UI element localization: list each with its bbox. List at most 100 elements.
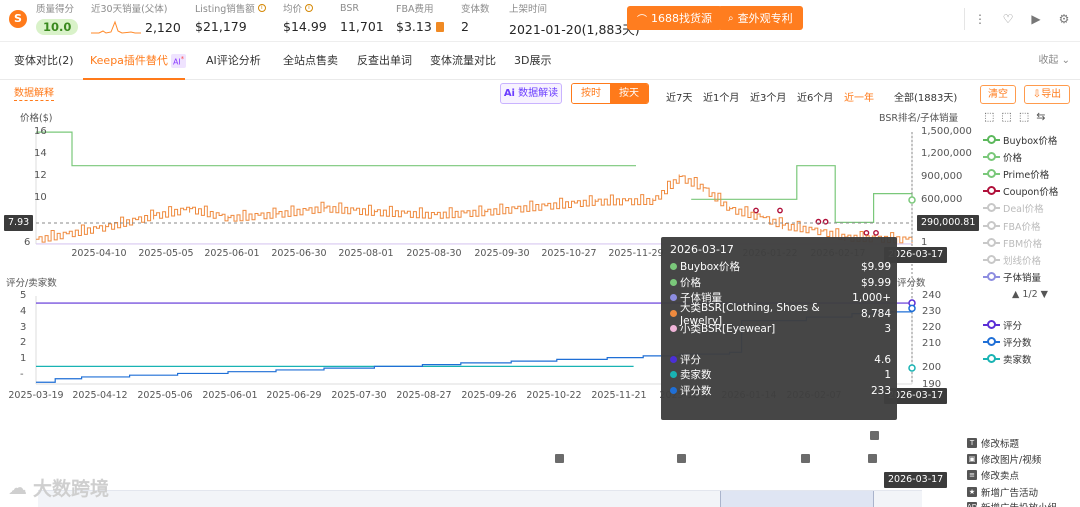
x-tick: 2025-06-29 bbox=[266, 390, 322, 401]
legend-item[interactable]: Buybox价格 bbox=[983, 131, 1058, 148]
series-dot-icon bbox=[670, 294, 677, 301]
legend-label: 子体销量 bbox=[1003, 273, 1042, 285]
tooltip-value: $9.99 bbox=[860, 260, 891, 273]
y-tick: 3 bbox=[20, 322, 27, 333]
legend-item[interactable]: 评分数 bbox=[983, 333, 1032, 350]
legend-label: 评分 bbox=[1003, 320, 1023, 332]
y2-tick: 200 bbox=[922, 362, 942, 373]
legend-item[interactable]: Deal价格 bbox=[983, 200, 1058, 217]
select-box-icon[interactable]: ⬚ bbox=[984, 110, 994, 123]
tooltip-value: 8,784 bbox=[860, 307, 891, 320]
event-icon[interactable] bbox=[870, 431, 879, 440]
y-tick: 14 bbox=[34, 148, 47, 159]
event-icon[interactable] bbox=[868, 454, 877, 463]
event-icon[interactable] bbox=[555, 454, 564, 463]
legend-item[interactable]: 划线价格 bbox=[983, 251, 1058, 268]
y2-tick: 210 bbox=[922, 338, 942, 349]
event-type-icon: ≡ bbox=[967, 470, 977, 480]
x-tick: 2025-08-30 bbox=[406, 248, 462, 259]
series-dot-icon bbox=[670, 371, 677, 378]
legend-marker-icon bbox=[983, 319, 1000, 330]
tooltip-label: 小类BSR[Eyewear] bbox=[680, 323, 776, 335]
legend-item[interactable]: 卖家数 bbox=[983, 350, 1032, 367]
event-type-icon: ▣ bbox=[967, 454, 977, 464]
x-tick: 2025-04-10 bbox=[71, 248, 127, 259]
legend-marker-icon bbox=[983, 237, 1000, 248]
side-action-label: 修改标题 bbox=[981, 439, 1020, 450]
tooltip-date: 2026-03-17 bbox=[670, 243, 734, 256]
side-action-item[interactable]: ★ 新增广告活动 bbox=[967, 485, 1038, 499]
tooltip-row: 小类BSR[Eyewear] 3 bbox=[670, 321, 891, 336]
event-icon[interactable] bbox=[677, 454, 686, 463]
side-action-item[interactable]: ≡ 修改卖点 bbox=[967, 468, 1019, 482]
x-tick: 2025-06-01 bbox=[202, 390, 258, 401]
x-tick: 2025-05-05 bbox=[138, 248, 194, 259]
legend-item[interactable]: Prime价格 bbox=[983, 165, 1058, 182]
tooltip-label: Buybox价格 bbox=[680, 261, 741, 273]
slider-window[interactable] bbox=[720, 491, 874, 507]
top-right-axis-label: BSR排名/子体销量 bbox=[879, 113, 959, 124]
x-tick: 2025-07-30 bbox=[331, 390, 387, 401]
buybox-price-line bbox=[36, 131, 636, 167]
legend-pager[interactable]: ▲ 1/2 ▼ bbox=[1012, 289, 1048, 300]
select-all-icon[interactable]: ⬚ bbox=[1001, 110, 1011, 123]
x-tick: 2025-11-21 bbox=[591, 390, 647, 401]
y2-tick: 230 bbox=[922, 306, 942, 317]
series-dot-icon bbox=[670, 279, 677, 286]
event-date-label: 2026-03-17 bbox=[884, 472, 948, 488]
swap-icon[interactable]: ⇆ bbox=[1036, 110, 1045, 123]
legend-label: Coupon价格 bbox=[1003, 187, 1059, 199]
seller-count-hover-marker bbox=[908, 364, 916, 372]
side-action-item[interactable]: AD 新增广告投放小组 bbox=[967, 500, 1057, 507]
legend-label: Deal价格 bbox=[1003, 204, 1044, 216]
legend-item[interactable]: 子体销量 bbox=[983, 269, 1058, 286]
tooltip-value: $9.99 bbox=[860, 276, 891, 289]
x-tick: 2025-09-26 bbox=[461, 390, 517, 401]
price-line bbox=[691, 165, 913, 223]
bottom-legend: 评分评分数 卖家数 bbox=[983, 316, 1032, 368]
time-range-slider[interactable] bbox=[38, 490, 922, 507]
legend-toolbar: ⬚ ⬚ ⬚ ⇆ bbox=[984, 110, 1045, 123]
price-hover-marker bbox=[908, 196, 916, 204]
legend-marker-icon bbox=[983, 186, 1000, 196]
legend-marker-icon bbox=[983, 254, 1000, 265]
legend-item[interactable]: FBA价格 bbox=[983, 217, 1058, 234]
legend-marker-icon bbox=[983, 134, 1000, 145]
side-action-item[interactable]: ▣ 修改图片/视频 bbox=[967, 452, 1041, 466]
tooltip-row: 卖家数 1 bbox=[670, 367, 891, 382]
watermark: ☁ 大数跨境 bbox=[8, 476, 110, 501]
tooltip-value: 233 bbox=[870, 384, 891, 397]
legend-item[interactable]: Coupon价格 bbox=[983, 183, 1058, 200]
event-type-icon: ★ bbox=[967, 487, 977, 497]
legend-item[interactable]: 评分 bbox=[983, 316, 1032, 333]
y2-tick: 600,000 bbox=[921, 194, 963, 205]
x-tick: 2025-08-27 bbox=[396, 390, 452, 401]
tooltip-label: 评分 bbox=[680, 354, 701, 366]
legend-item[interactable]: 价格 bbox=[983, 148, 1058, 165]
x-tick: 2025-11-29 bbox=[608, 248, 664, 259]
event-icon[interactable] bbox=[801, 454, 810, 463]
side-action-item[interactable]: T 修改标题 bbox=[967, 436, 1019, 450]
watermark-logo-icon: ☁ bbox=[8, 476, 27, 499]
chart-tooltip: 2026-03-17 Buybox价格 $9.99 价格 $9.99 子体销量 1,000… bbox=[661, 237, 897, 420]
tooltip-label: 评分数 bbox=[680, 385, 712, 397]
legend-label: 价格 bbox=[1003, 152, 1023, 164]
coupon-price-point bbox=[873, 230, 879, 236]
tooltip-row: Buybox价格 $9.99 bbox=[670, 259, 891, 274]
tooltip-label: 卖家数 bbox=[680, 369, 712, 381]
side-action-label: 新增广告活动 bbox=[981, 488, 1039, 499]
series-dot-icon bbox=[670, 263, 677, 270]
y-tick: 6 bbox=[24, 237, 31, 248]
select-inverse-icon[interactable]: ⬚ bbox=[1019, 110, 1029, 123]
legend-label: 评分数 bbox=[1003, 337, 1032, 349]
side-action-label: 新增广告投放小组 bbox=[981, 500, 1057, 507]
tooltip-row: 价格 $9.99 bbox=[670, 275, 891, 290]
bottom-right-axis-label: 评分数 bbox=[897, 278, 926, 289]
series-dot-icon bbox=[670, 356, 677, 363]
top-left-axis-label: 价格($) bbox=[20, 113, 53, 124]
legend-item[interactable]: FBM价格 bbox=[983, 234, 1058, 251]
tooltip-row: 大类BSR[Clothing, Shoes & Jewelry] 8,784 bbox=[670, 302, 891, 327]
tooltip-value: 4.6 bbox=[874, 353, 891, 366]
y-tick: 5 bbox=[20, 290, 27, 301]
y-tick: 2 bbox=[20, 337, 27, 348]
